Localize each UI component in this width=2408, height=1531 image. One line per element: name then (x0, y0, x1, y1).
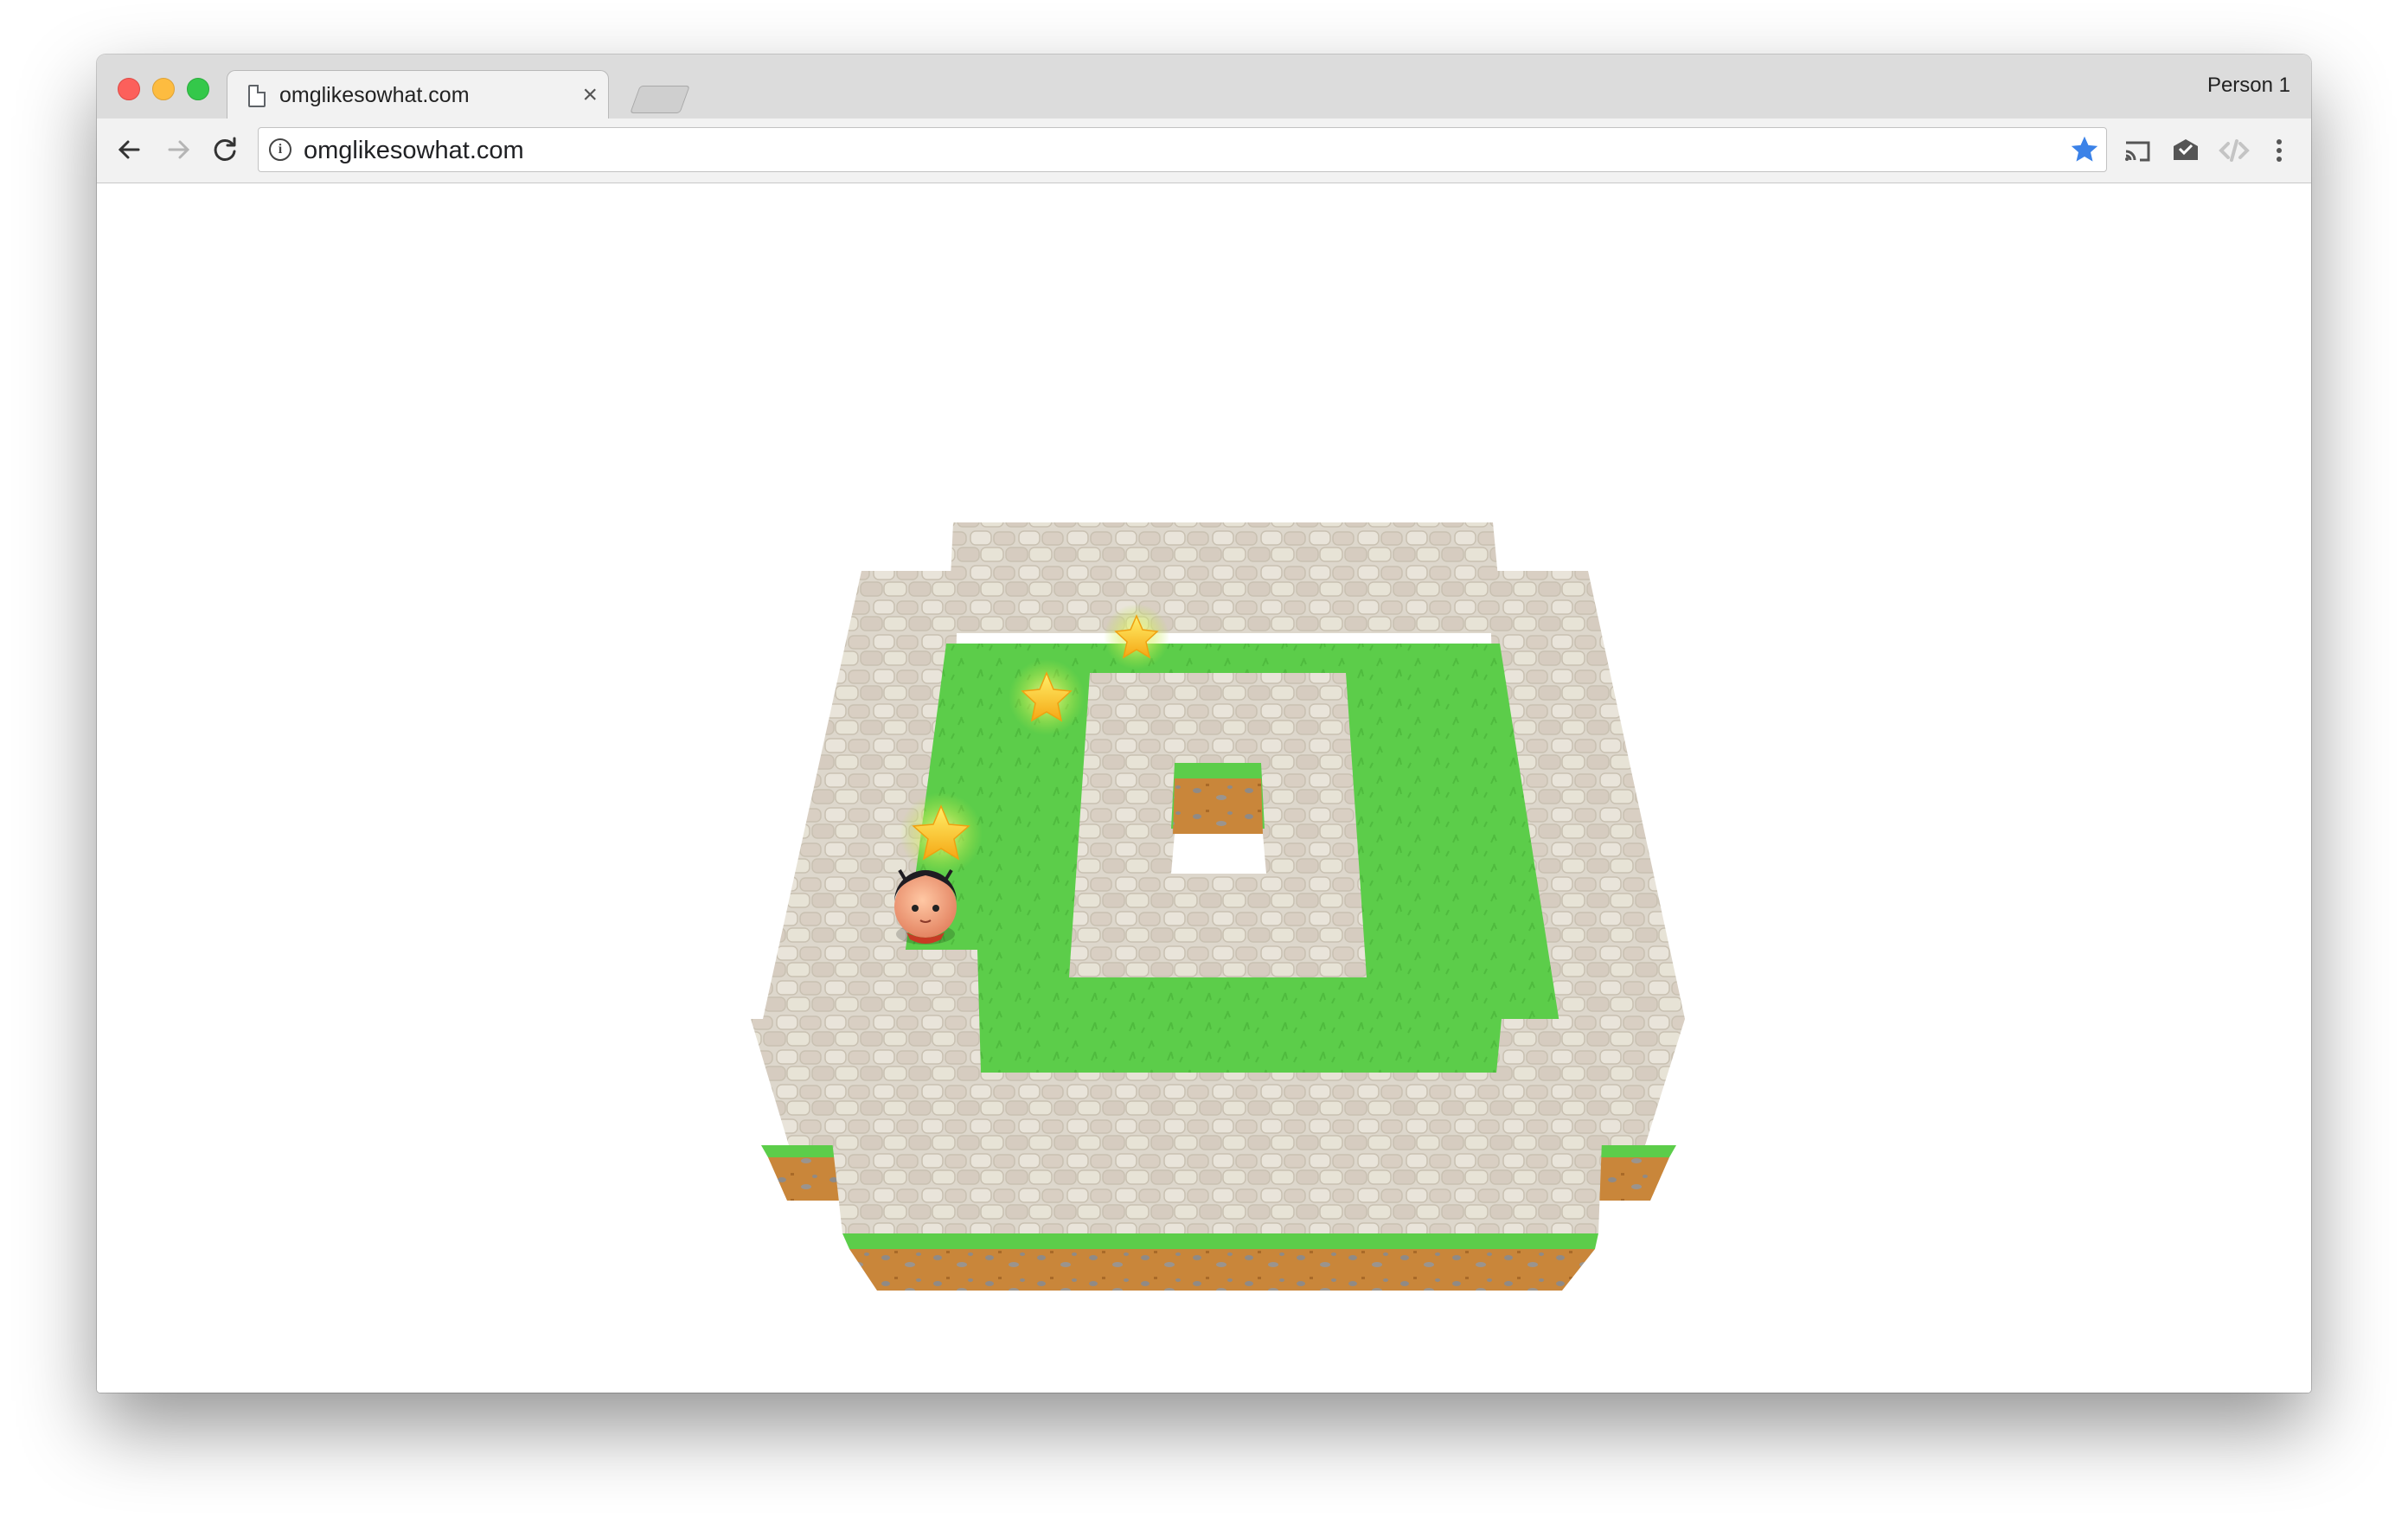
bookmark-star-icon[interactable] (2068, 133, 2101, 166)
address-bar[interactable]: i omglikesowhat.com (258, 127, 2107, 172)
new-tab-button[interactable] (630, 86, 690, 113)
more-menu-icon[interactable] (2261, 132, 2297, 169)
browser-tab[interactable]: omglikesowhat.com × (227, 70, 609, 121)
front-base-dirt (849, 1249, 1595, 1291)
front-base-grass (842, 1233, 1598, 1249)
right-ledge-grass (1598, 1145, 1676, 1157)
browser-window: omglikesowhat.com × Person 1 i omglikeso… (97, 54, 2311, 1393)
window-close-button[interactable] (118, 78, 140, 100)
game-canvas[interactable] (97, 183, 2311, 1393)
star-collectible (900, 792, 983, 875)
front-wall-top (832, 1073, 1602, 1140)
back-button[interactable] (112, 132, 147, 167)
url-text[interactable]: omglikesowhat.com (304, 137, 524, 165)
star-collectible (1009, 659, 1085, 735)
right-ledge-dirt (1598, 1157, 1669, 1201)
page-viewport (97, 183, 2311, 1393)
pit-dirt (1173, 778, 1263, 834)
forward-arrow-icon (168, 140, 190, 159)
front-wall-face (832, 1140, 1602, 1233)
window-minimize-button[interactable] (152, 78, 175, 100)
page-icon (248, 85, 266, 107)
back-arrow-icon (118, 140, 140, 159)
profile-button[interactable]: Person 1 (2207, 74, 2290, 98)
pit-hole (1171, 834, 1266, 874)
cast-icon[interactable] (2119, 132, 2155, 169)
tab-strip: omglikesowhat.com × Person 1 (97, 54, 2311, 121)
back-wall (948, 522, 1503, 633)
code-extension-icon[interactable] (2216, 132, 2252, 169)
tab-close-button[interactable]: × (582, 80, 598, 111)
forward-button[interactable] (161, 132, 195, 167)
reload-icon (214, 137, 236, 161)
tab-title: omglikesowhat.com (279, 83, 470, 107)
left-ledge-grass (761, 1145, 839, 1157)
browser-toolbar: i omglikesowhat.com (97, 119, 2311, 183)
window-maximize-button[interactable] (187, 78, 209, 100)
reload-button[interactable] (208, 132, 242, 167)
site-info-icon[interactable]: i (269, 138, 291, 161)
left-ledge-dirt (768, 1157, 839, 1201)
star-collectible (1104, 604, 1169, 669)
player-avatar[interactable] (894, 868, 957, 945)
mail-check-icon[interactable] (2168, 132, 2204, 169)
